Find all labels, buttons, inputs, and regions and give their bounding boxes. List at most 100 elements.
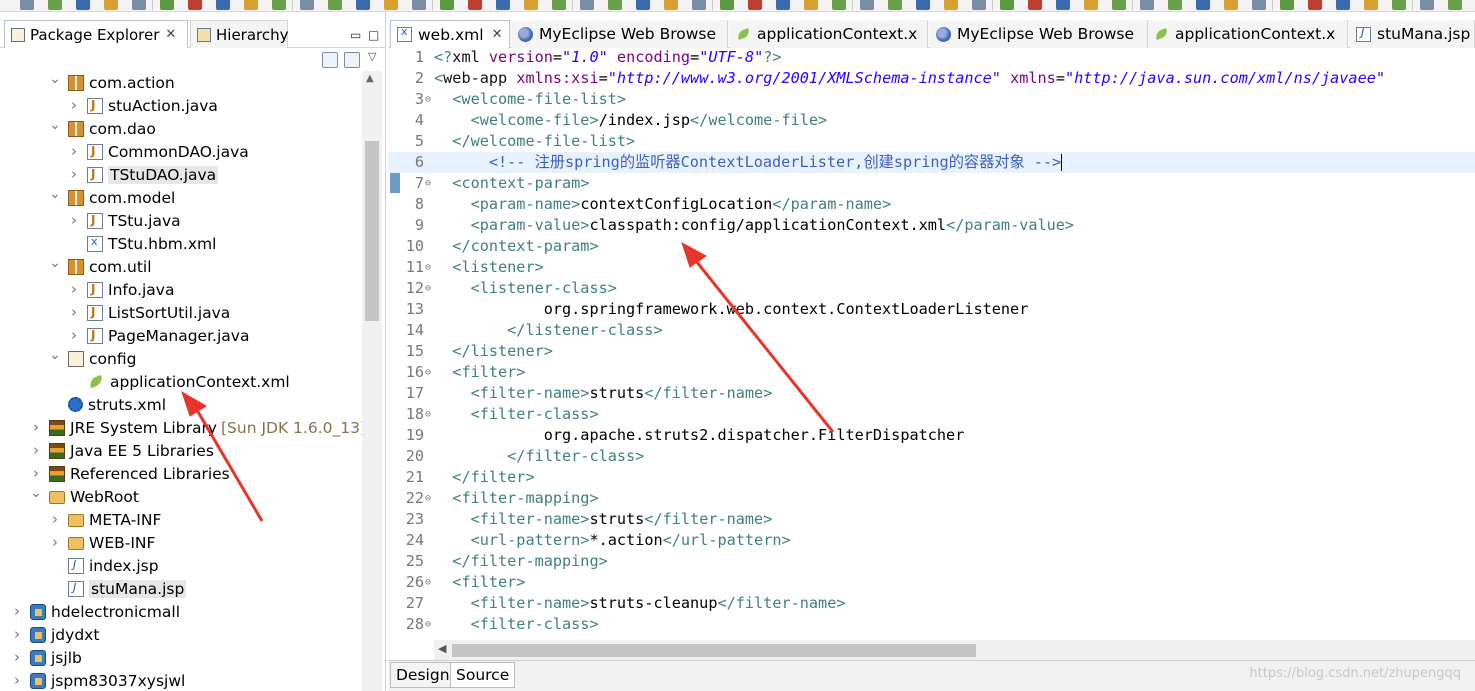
toolbar-button-icon[interactable] — [1420, 0, 1434, 10]
tab-design[interactable]: Design — [390, 662, 456, 688]
code-line[interactable]: 26 ⊖ <filter> — [388, 572, 1475, 593]
toolbar-button-icon[interactable] — [1000, 0, 1014, 10]
toolbar-button-icon[interactable] — [1336, 0, 1350, 10]
toolbar-button-icon[interactable] — [1308, 0, 1322, 10]
code-line[interactable]: 13 org.springframework.web.context.Conte… — [388, 299, 1475, 320]
chevron-down-icon[interactable]: ⌄ — [30, 486, 42, 502]
toolbar-button-icon[interactable] — [832, 0, 846, 10]
code-line[interactable]: 9 <param-value>classpath:config/applicat… — [388, 215, 1475, 236]
code-line[interactable]: 28 ⊖ <filter-class> — [388, 614, 1475, 635]
tree-item[interactable]: JRE System Library [Sun JDK 1.6.0_13] — [49, 416, 362, 439]
code-line[interactable]: 27 <filter-name>struts-cleanup</filter-n… — [388, 593, 1475, 614]
toolbar-button-icon[interactable] — [300, 0, 314, 10]
code-line[interactable]: 11 ⊖ <listener> — [388, 257, 1475, 278]
tree-item[interactable]: com.model — [68, 186, 175, 209]
code-line[interactable]: 1 <?xml version="1.0" encoding="UTF-8"?> — [388, 48, 1475, 68]
toolbar-button-icon[interactable] — [1196, 0, 1210, 10]
toolbar-button-icon[interactable] — [524, 0, 538, 10]
toolbar-button-icon[interactable] — [860, 0, 874, 10]
chevron-right-icon[interactable]: › — [11, 604, 23, 619]
tree-item[interactable]: TStu.hbm.xml — [87, 232, 216, 255]
toolbar-button-icon[interactable] — [496, 0, 510, 10]
chevron-right-icon[interactable]: › — [68, 282, 80, 297]
code-line[interactable]: 4 <welcome-file>/index.jsp</welcome-file… — [388, 110, 1475, 131]
tree-scrollbar[interactable]: ▲ — [362, 71, 382, 691]
fold-toggle-icon[interactable]: ⊖ — [425, 488, 431, 509]
tree-item[interactable]: WEB-INF — [68, 531, 155, 554]
toolbar-button-icon[interactable] — [1056, 0, 1070, 10]
tree-item[interactable]: config — [68, 347, 136, 370]
toolbar-button-icon[interactable] — [692, 0, 706, 10]
scrollbar-thumb[interactable] — [365, 141, 379, 321]
tab-package-explorer[interactable]: Package Explorer ✕ — [4, 20, 188, 48]
fold-toggle-icon[interactable]: ⊖ — [425, 362, 431, 383]
toolbar-button-icon[interactable] — [328, 0, 342, 10]
code-line[interactable]: 22 ⊖ <filter-mapping> — [388, 488, 1475, 509]
code-line[interactable]: 14 </listener-class> — [388, 320, 1475, 341]
code-line[interactable]: 18 ⊖ <filter-class> — [388, 404, 1475, 425]
toolbar-button-icon[interactable] — [1224, 0, 1238, 10]
code-line[interactable]: 2 <web-app xmlns:xsi="http://www.w3.org/2… — [388, 68, 1475, 89]
tree-item[interactable]: stuMana.jsp — [68, 577, 187, 600]
toolbar-button-icon[interactable] — [804, 0, 818, 10]
toolbar-button-icon[interactable] — [440, 0, 454, 10]
tree-item[interactable]: index.jsp — [68, 554, 159, 577]
tree-item[interactable]: hdelectronicmall — [30, 600, 180, 623]
chevron-right-icon[interactable]: › — [11, 627, 23, 642]
tree-item[interactable]: stuAction.java — [87, 94, 218, 117]
tree-item[interactable]: jspm83037xysjwl — [30, 669, 185, 691]
toolbar-button-icon[interactable] — [916, 0, 930, 10]
tree-item[interactable]: CommonDAO.java — [87, 140, 249, 163]
toolbar-button-icon[interactable] — [720, 0, 734, 10]
chevron-right-icon[interactable]: › — [68, 213, 80, 228]
tree-item[interactable]: TStu.java — [87, 209, 181, 232]
toolbar-button-icon[interactable] — [1084, 0, 1098, 10]
toolbar-button-icon[interactable] — [1028, 0, 1042, 10]
toolbar-button-icon[interactable] — [608, 0, 622, 10]
toolbar-button-icon[interactable] — [384, 0, 398, 10]
code-line[interactable]: 24 <url-pattern>*.action</url-pattern> — [388, 530, 1475, 551]
close-icon[interactable]: ✕ — [165, 27, 176, 42]
code-line[interactable]: 19 org.apache.struts2.dispatcher.FilterD… — [388, 425, 1475, 446]
toolbar-button-icon[interactable] — [972, 0, 986, 10]
chevron-right-icon[interactable]: › — [49, 512, 61, 527]
toolbar-button-icon[interactable] — [776, 0, 790, 10]
chevron-right-icon[interactable]: › — [30, 466, 42, 481]
chevron-right-icon[interactable]: › — [68, 305, 80, 320]
chevron-right-icon[interactable]: › — [11, 650, 23, 665]
toolbar-button-icon[interactable] — [664, 0, 678, 10]
code-line[interactable]: 25 </filter-mapping> — [388, 551, 1475, 572]
toolbar-button-icon[interactable] — [272, 0, 286, 10]
toolbar-button-icon[interactable] — [20, 0, 34, 10]
tree-item[interactable]: com.dao — [68, 117, 156, 140]
tree-item[interactable]: Java EE 5 Libraries — [49, 439, 214, 462]
toolbar-button-icon[interactable] — [244, 0, 258, 10]
toolbar-button-icon[interactable] — [1448, 0, 1462, 10]
toolbar-button-icon[interactable] — [1364, 0, 1378, 10]
tree-item[interactable]: com.util — [68, 255, 152, 278]
toolbar-button-icon[interactable] — [48, 0, 62, 10]
toolbar-button-icon[interactable] — [412, 0, 426, 10]
toolbar-button-icon[interactable] — [356, 0, 370, 10]
code-line[interactable]: 17 <filter-name>struts</filter-name> — [388, 383, 1475, 404]
minimize-icon[interactable]: ▭ — [350, 28, 361, 42]
code-line[interactable]: 20 </filter-class> — [388, 446, 1475, 467]
fold-toggle-icon[interactable]: ⊖ — [425, 278, 431, 299]
chevron-right-icon[interactable]: › — [68, 328, 80, 343]
editor-tab[interactable]: MyEclipse Web Browse — [512, 20, 728, 48]
tree-item[interactable]: jsjlb — [30, 646, 82, 669]
chevron-right-icon[interactable]: › — [11, 673, 23, 688]
scroll-up-icon[interactable]: ▲ — [366, 73, 374, 84]
code-area[interactable]: 1 <?xml version="1.0" encoding="UTF-8"?> 2… — [388, 48, 1475, 648]
code-line[interactable]: 3 ⊖ <welcome-file-list> — [388, 89, 1475, 110]
view-menu-icon[interactable]: ▽ — [368, 50, 376, 63]
code-line[interactable]: 21 </filter> — [388, 467, 1475, 488]
code-line[interactable]: 6 <!-- 注册spring的监听器ContextLoaderLister,创… — [388, 152, 1475, 173]
tab-source[interactable]: Source — [450, 662, 516, 688]
chevron-down-icon[interactable]: ⌄ — [49, 348, 61, 364]
toolbar-button-icon[interactable] — [1280, 0, 1294, 10]
editor-tab[interactable]: web.xml ✕ — [390, 20, 510, 48]
horizontal-scrollbar[interactable]: ◀ — [434, 640, 1475, 660]
code-line[interactable]: 16 ⊖ <filter> — [388, 362, 1475, 383]
chevron-down-icon[interactable]: ⌄ — [49, 118, 61, 134]
